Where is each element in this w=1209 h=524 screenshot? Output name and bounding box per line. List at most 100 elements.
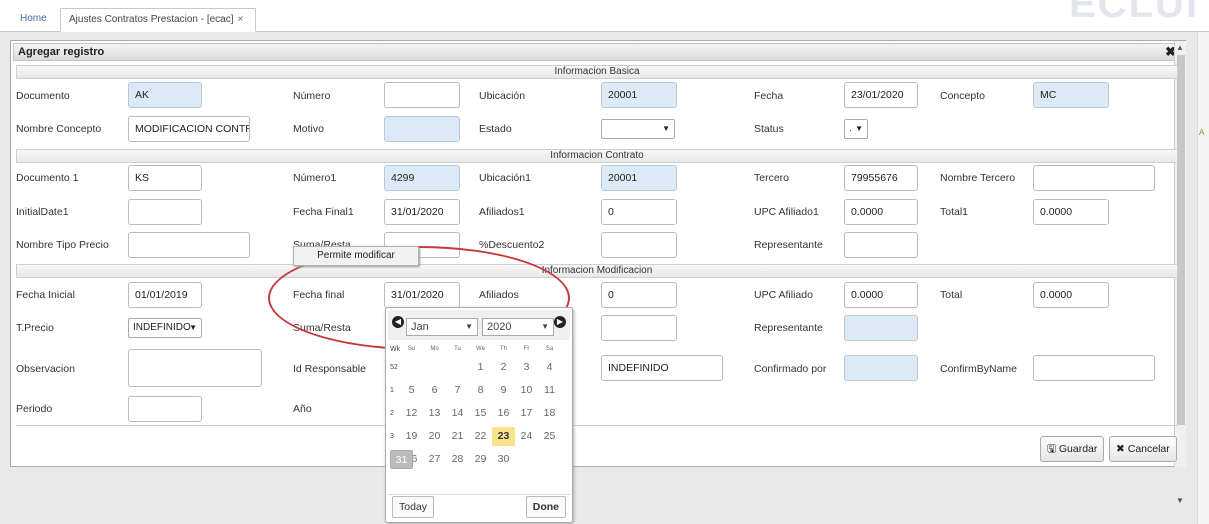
afiliados-field[interactable]: 0 <box>601 282 677 308</box>
calendar-day[interactable]: 31 <box>390 450 413 469</box>
month-select[interactable]: Jan ▼ <box>406 318 478 336</box>
calendar-day[interactable]: 7 <box>446 381 469 400</box>
fecha-final1-field[interactable]: 31/01/2020 <box>384 199 460 225</box>
tab-home[interactable]: Home <box>12 8 55 32</box>
today-button[interactable]: Today <box>392 496 435 518</box>
estado-select[interactable]: ▼ <box>601 119 675 139</box>
calendar-day[interactable]: 12 <box>400 404 423 423</box>
fecha-inicial-field[interactable]: 01/01/2019 <box>128 282 202 308</box>
motivo-field[interactable] <box>384 116 460 142</box>
numero-field[interactable] <box>384 82 460 108</box>
year-select[interactable]: 2020 ▼ <box>482 318 554 336</box>
close-icon: ✖ <box>1116 443 1125 455</box>
calendar-day[interactable]: 24 <box>515 427 538 446</box>
label-initial-date1: InitialDate1 <box>16 206 69 218</box>
concepto-field[interactable]: MC <box>1033 82 1109 108</box>
calendar-day[interactable]: 22 <box>469 427 492 446</box>
suma-resta-field[interactable] <box>601 315 677 341</box>
ubicacion-field[interactable]: 20001 <box>601 82 677 108</box>
documento-field[interactable]: AK <box>128 82 202 108</box>
status-value: . <box>849 123 852 134</box>
initial-date1-field[interactable] <box>128 199 202 225</box>
section-informacion-modificacion: Informacion Modificacion <box>16 264 1178 278</box>
dialog-scrollbar[interactable]: ▲ ▼ <box>1174 41 1186 505</box>
status-select[interactable]: . ▼ <box>844 119 868 139</box>
calendar-day[interactable]: 21 <box>446 427 469 446</box>
tercero-field[interactable]: 79955676 <box>844 165 918 191</box>
guardar-button[interactable]: 🖫 Guardar <box>1040 436 1105 462</box>
calendar-day[interactable]: 9 <box>492 381 515 400</box>
label-anio: Año <box>293 403 312 415</box>
scroll-up-icon[interactable]: ▲ <box>1176 43 1184 52</box>
chevron-down-icon: ▼ <box>541 322 549 331</box>
calendar-day[interactable]: 13 <box>423 404 446 423</box>
calendar-day[interactable]: 20 <box>423 427 446 446</box>
observacion-textarea[interactable] <box>128 349 262 387</box>
representante1-field[interactable] <box>844 232 918 258</box>
documento1-field[interactable]: KS <box>128 165 202 191</box>
tprecio-select[interactable]: INDEFINIDO ▼ <box>128 318 202 338</box>
afiliados1-field[interactable]: 0 <box>601 199 677 225</box>
done-button[interactable]: Done <box>525 496 566 518</box>
label-numero: Número <box>293 90 331 102</box>
calendar-day[interactable]: 1 <box>469 358 492 377</box>
calendar-day[interactable]: 29 <box>469 450 492 469</box>
tooltip: Permite modificar <box>293 246 419 266</box>
label-estado: Estado <box>479 123 512 135</box>
label-confirmado-por: Confirmado por <box>754 363 827 375</box>
calendar-day[interactable]: 10 <box>515 381 538 400</box>
nombre-concepto-field[interactable]: MODIFICACION CONTRAT <box>128 116 250 142</box>
nombre-tercero-field[interactable] <box>1033 165 1155 191</box>
calendar-day[interactable]: 27 <box>423 450 446 469</box>
calendar-day <box>400 358 423 377</box>
chevron-down-icon: ▼ <box>189 323 197 332</box>
calendar-day[interactable]: 28 <box>446 450 469 469</box>
responsable-name-field[interactable]: INDEFINIDO <box>601 355 723 381</box>
calendar-day[interactable]: 11 <box>538 381 561 400</box>
tab-ajustes-contratos[interactable]: Ajustes Contratos Prestacion - [ecac] × <box>60 8 256 32</box>
calendar-day[interactable]: 4 <box>538 358 561 377</box>
calendar-week-row: 1 5 6 7 8 9 10 11 <box>390 379 561 402</box>
total1-field[interactable]: 0.0000 <box>1033 199 1109 225</box>
confirmado-por-field[interactable] <box>844 355 918 381</box>
tab-close-icon[interactable]: × <box>238 14 244 25</box>
calendar-day[interactable]: 8 <box>469 381 492 400</box>
week-number: 2 <box>390 410 394 417</box>
representante-field[interactable] <box>844 315 918 341</box>
next-month-icon[interactable]: ▶ <box>554 316 566 328</box>
prev-month-icon[interactable]: ◀ <box>392 316 404 328</box>
calendar-day[interactable]: 23 <box>492 427 515 446</box>
calendar-day[interactable]: 30 <box>492 450 515 469</box>
dialog-titlebar[interactable]: Agregar registro ✖ <box>13 43 1183 61</box>
total-field[interactable]: 0.0000 <box>1033 282 1109 308</box>
nombre-tipo-precio-field[interactable] <box>128 232 250 258</box>
ubicacion1-field[interactable]: 20001 <box>601 165 677 191</box>
periodo-field[interactable] <box>128 396 202 422</box>
calendar-day[interactable]: 25 <box>538 427 561 446</box>
label-upc-afiliado1: UPC Afiliado1 <box>754 206 819 218</box>
scrollbar-thumb[interactable] <box>1177 55 1185 425</box>
calendar-day[interactable]: 15 <box>469 404 492 423</box>
scroll-down-icon[interactable]: ▼ <box>1176 496 1184 505</box>
label-documento1: Documento 1 <box>16 172 79 184</box>
upc-afiliado1-field[interactable]: 0.0000 <box>844 199 918 225</box>
calendar-day[interactable]: 19 <box>400 427 423 446</box>
cancelar-button[interactable]: ✖ Cancelar <box>1109 436 1177 462</box>
calendar-day[interactable]: 2 <box>492 358 515 377</box>
upc-afiliado-field[interactable]: 0.0000 <box>844 282 918 308</box>
calendar-day[interactable]: 14 <box>446 404 469 423</box>
calendar-day[interactable]: 16 <box>492 404 515 423</box>
calendar-day[interactable]: 5 <box>400 381 423 400</box>
calendar-day[interactable]: 18 <box>538 404 561 423</box>
calendar-week-row: 52 1 2 3 4 <box>390 356 561 379</box>
fecha-field[interactable]: 23/01/2020 <box>844 82 918 108</box>
calendar-grid: Wk Su Mo Tu We Th Fr Sa 52 1 2 3 4 1 5 6 7 8 9 10 11 2 12 13 14… <box>390 342 561 471</box>
calendar-day[interactable]: 17 <box>515 404 538 423</box>
calendar-day[interactable]: 3 <box>515 358 538 377</box>
calendar-day[interactable]: 6 <box>423 381 446 400</box>
calendar-day <box>446 358 469 377</box>
confirm-by-name-field[interactable] <box>1033 355 1155 381</box>
label-numero1: Número1 <box>293 172 337 184</box>
numero1-field[interactable]: 4299 <box>384 165 460 191</box>
descuento2-field[interactable] <box>601 232 677 258</box>
